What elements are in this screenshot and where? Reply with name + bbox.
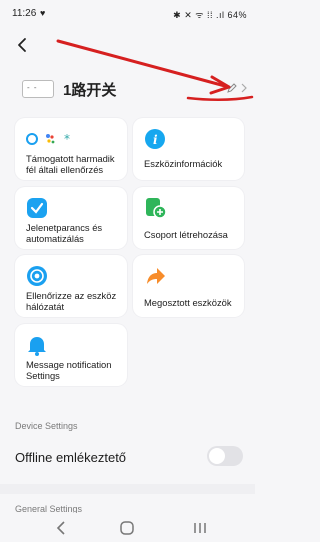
- tile-label: Csoport létrehozása: [144, 229, 228, 240]
- group-add-icon: [146, 198, 166, 219]
- nav-home-icon[interactable]: [117, 519, 137, 537]
- section-divider: [0, 484, 255, 494]
- tile-label: Eszközinformációk: [144, 158, 223, 169]
- tile-shared-devices[interactable]: Megosztott eszközök: [133, 255, 244, 317]
- tile-device-info[interactable]: i Eszközinformációk: [133, 118, 244, 180]
- svg-text:*: *: [64, 132, 70, 146]
- share-icon: [147, 268, 165, 284]
- back-arrow-icon[interactable]: [14, 36, 32, 54]
- tile-label: Message notification Settings: [26, 359, 112, 381]
- edit-name-icon[interactable]: [226, 82, 238, 94]
- bell-icon: [28, 337, 46, 356]
- device-thumbnail: - -: [22, 80, 54, 98]
- device-name: 1路开关: [63, 82, 117, 99]
- nav-back-icon[interactable]: [52, 519, 72, 537]
- offline-reminder-label: Offline emlékeztető: [15, 450, 127, 465]
- device-badge-text: - -: [27, 83, 38, 92]
- notification-icon: ♥: [40, 8, 46, 18]
- tile-third-party-control[interactable]: * Támogatott harmadik fél általi ellenőr…: [15, 118, 127, 180]
- status-bar: 11:26 ♥ ✱ ✕ ᯤ ⁞⁞ .ıl 64%: [0, 0, 255, 26]
- info-icon: i: [145, 129, 165, 149]
- chevron-right-icon[interactable]: [240, 82, 248, 94]
- device-header: - - 1路开关: [0, 74, 255, 106]
- tile-message-notification[interactable]: Message notification Settings: [15, 324, 127, 386]
- tile-label: Jelenetparancs és automatizálás: [26, 222, 103, 244]
- tile-label: Megosztott eszközök: [144, 297, 232, 308]
- network-check-icon: [27, 266, 47, 286]
- tile-scene-automation[interactable]: Jelenetparancs és automatizálás: [15, 187, 127, 249]
- tile-network-check[interactable]: Ellenőrizze az eszköz hálózatát: [15, 255, 127, 317]
- status-icons: ✱ ✕ ᯤ ⁞⁞ .ıl 64%: [173, 10, 247, 20]
- smart-assistants-icon: *: [26, 132, 70, 146]
- svg-text:i: i: [153, 133, 158, 147]
- offline-reminder-toggle[interactable]: [207, 446, 243, 466]
- tile-label: Ellenőrizze az eszköz hálózatát: [26, 290, 117, 312]
- status-time: 11:26: [12, 8, 37, 19]
- nav-recents-icon[interactable]: [190, 519, 210, 537]
- tile-create-group[interactable]: Csoport létrehozása: [133, 187, 244, 249]
- toggle-knob: [209, 448, 225, 464]
- system-nav-bar: [0, 513, 255, 542]
- section-title-device-settings: Device Settings: [15, 421, 78, 431]
- automation-icon: [27, 198, 47, 218]
- tile-label: Támogatott harmadik fél általi ellenőrzé…: [26, 153, 115, 175]
